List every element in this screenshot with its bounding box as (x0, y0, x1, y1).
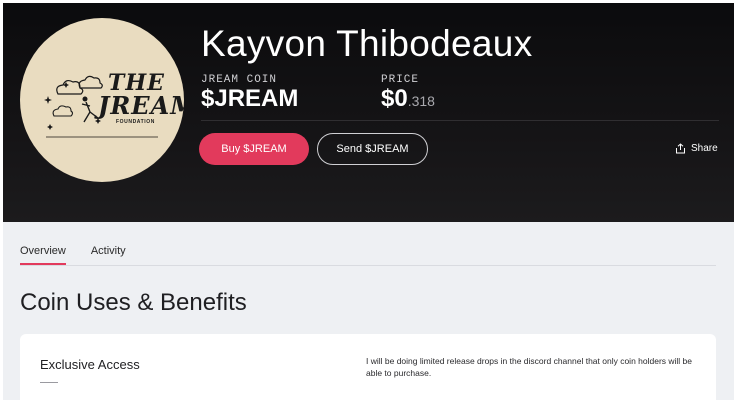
price-value: $0.318 (381, 85, 435, 113)
tab-activity[interactable]: Activity (91, 239, 126, 267)
tab-bar: Overview Activity (20, 239, 151, 267)
share-icon (676, 143, 685, 154)
logo-text-foundation: FOUNDATION (116, 119, 155, 125)
logo-text-jream: JREAM (98, 91, 184, 120)
share-button[interactable]: Share (675, 143, 718, 154)
benefit-description: I will be doing limited release drops in… (366, 356, 693, 378)
share-label: Share (691, 143, 718, 154)
price-whole: $0 (381, 85, 408, 112)
send-coin-button[interactable]: Send $JREAM (317, 133, 428, 165)
logo-fine-print (46, 136, 158, 138)
benefit-card: Exclusive Access I will be doing limited… (20, 334, 716, 400)
avatar: THE JREAM FOUNDATION (20, 18, 184, 182)
profile-header: THE JREAM FOUNDATION Kayvon Thibodeaux J… (3, 3, 734, 222)
tab-overview[interactable]: Overview (20, 239, 66, 267)
tab-divider (20, 265, 716, 266)
buy-coin-button[interactable]: Buy $JREAM (199, 133, 309, 165)
benefit-title-underline (40, 382, 58, 383)
profile-name: Kayvon Thibodeaux (201, 23, 533, 64)
benefit-title: Exclusive Access (40, 357, 140, 372)
section-title: Coin Uses & Benefits (20, 289, 247, 316)
price-fraction: .318 (407, 93, 435, 109)
app-frame: THE JREAM FOUNDATION Kayvon Thibodeaux J… (3, 3, 734, 400)
header-divider (201, 120, 719, 121)
coin-ticker: $JREAM (201, 85, 299, 112)
